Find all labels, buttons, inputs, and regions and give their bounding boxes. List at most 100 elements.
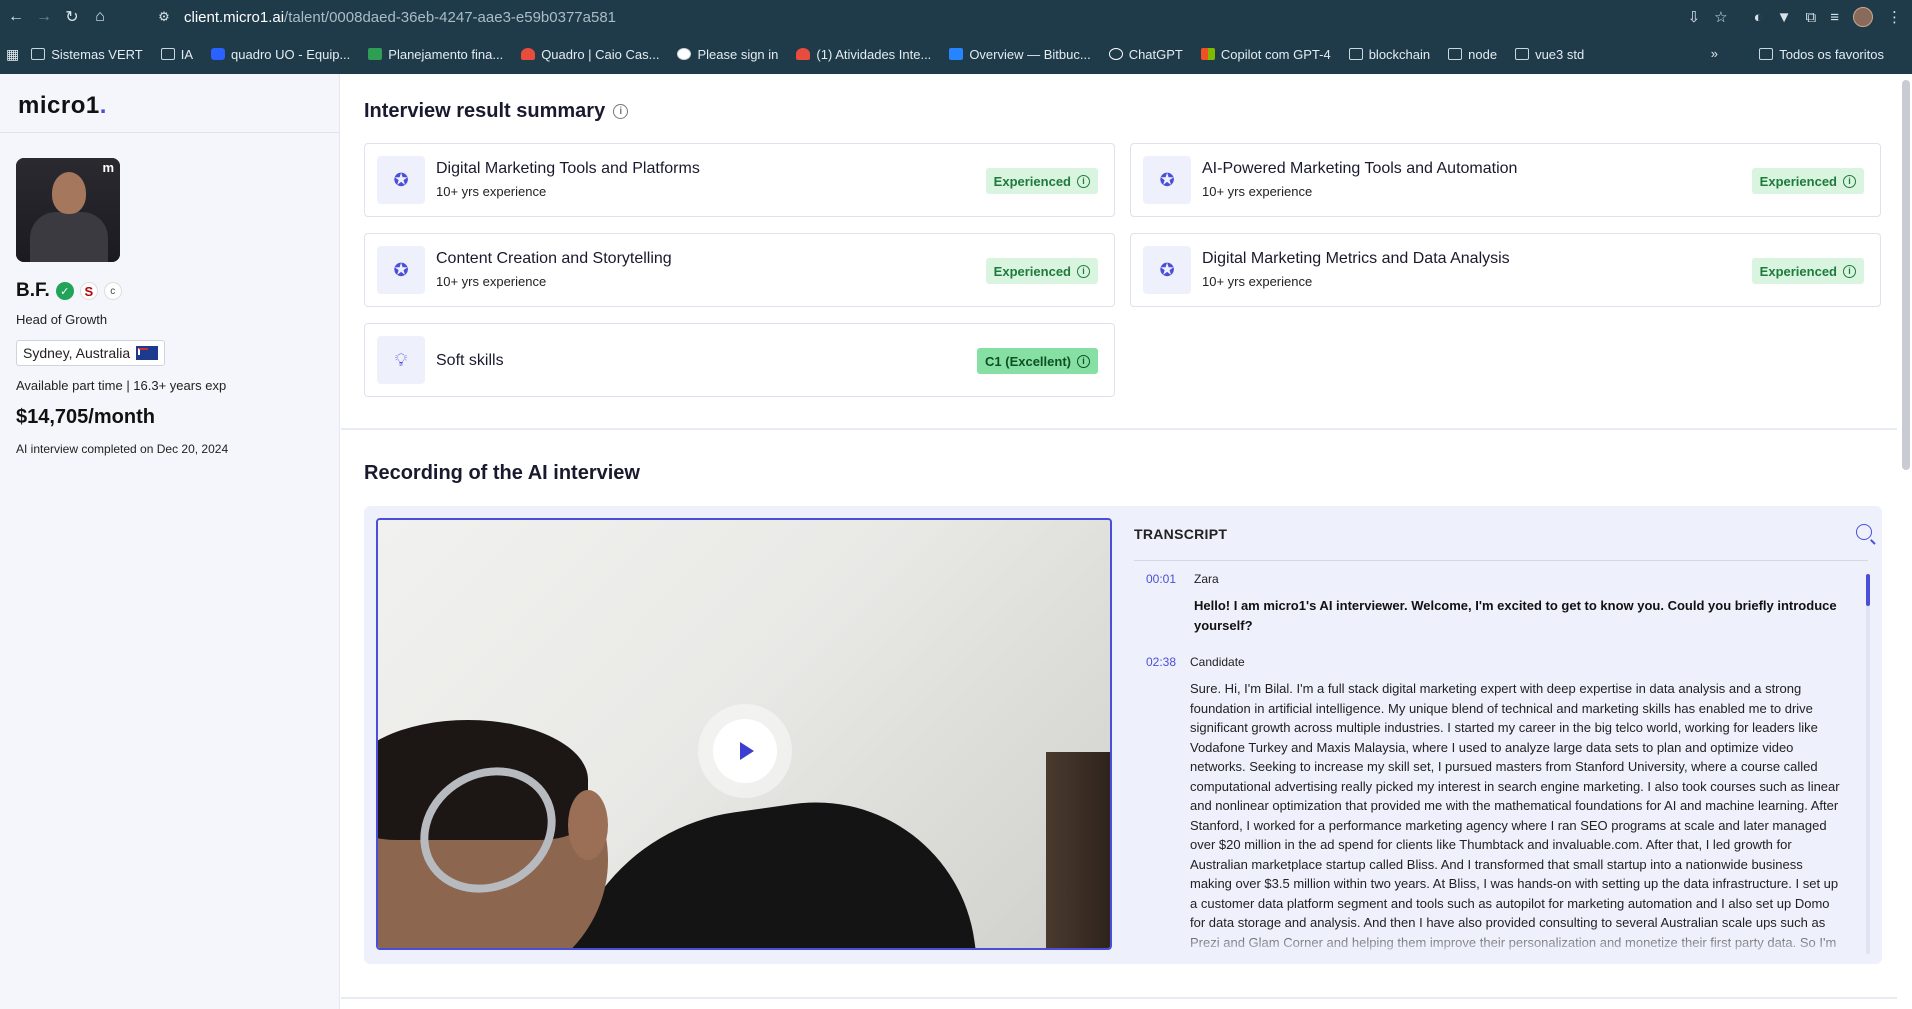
bookmark-label: Copilot com GPT-4 bbox=[1220, 46, 1331, 62]
skill-experience: 10+ yrs experience bbox=[1202, 184, 1313, 199]
play-button[interactable] bbox=[698, 704, 792, 798]
skill-level-badge[interactable]: Experienced i bbox=[985, 168, 1098, 194]
apps-grid-icon[interactable]: ▦ bbox=[6, 46, 19, 63]
search-icon[interactable] bbox=[1856, 524, 1872, 540]
availability: Available part time | 16.3+ years exp bbox=[16, 378, 227, 393]
skill-card: ✪ Digital Marketing Metrics and Data Ana… bbox=[1130, 233, 1881, 307]
bookmark-blockchain[interactable]: blockchain bbox=[1348, 46, 1431, 62]
transcript-text: Sure. Hi, I'm Bilal. I'm a full stack di… bbox=[1190, 681, 1840, 956]
skill-name: Content Creation and Storytelling bbox=[436, 250, 672, 267]
monday-icon bbox=[521, 48, 536, 60]
extension-icon[interactable]: ◐ bbox=[1754, 9, 1763, 26]
soft-skills-level-badge[interactable]: C1 (Excellent) i bbox=[977, 348, 1098, 374]
photo-badge: m bbox=[102, 160, 114, 175]
profile-avatar[interactable] bbox=[1853, 7, 1873, 27]
bookmark-please-sign-in[interactable]: Please sign in bbox=[677, 47, 778, 62]
skill-level-label: C1 (Excellent) bbox=[985, 353, 1071, 369]
transcript-text: Hello! I am micro1's AI interviewer. Wel… bbox=[1194, 598, 1837, 633]
skill-level-badge[interactable]: Experienced i bbox=[985, 258, 1098, 284]
bookmark-label: blockchain bbox=[1368, 46, 1431, 62]
profile-sidebar: micro1. m B.F. ✓ S c Head of Growth Sydn… bbox=[0, 74, 340, 1009]
skill-card: ✪ AI-Powered Marketing Tools and Automat… bbox=[1130, 143, 1881, 217]
sheets-icon bbox=[368, 48, 383, 60]
logo-dot: . bbox=[99, 92, 107, 119]
monthly-rate: $14,705/month bbox=[16, 406, 155, 428]
home-icon[interactable]: ⌂ bbox=[86, 3, 114, 31]
summary-title-row: Interview result summary i bbox=[364, 100, 629, 123]
transcript-speaker: Zara bbox=[1194, 572, 1219, 586]
skill-name: Digital Marketing Tools and Platforms bbox=[436, 160, 700, 177]
bookmark-label: (1) Atividades Inte... bbox=[816, 46, 932, 62]
stanford-badge-icon: S bbox=[79, 282, 98, 300]
transcript-body[interactable]: 00:01 Zara Hello! I am micro1's AI inter… bbox=[1134, 572, 1854, 956]
transcript-scroll-thumb[interactable] bbox=[1866, 574, 1870, 606]
bookmark-node[interactable]: node bbox=[1448, 47, 1497, 62]
url-host: client.micro1.ai bbox=[184, 8, 285, 26]
bookmark-chatgpt[interactable]: ChatGPT bbox=[1108, 46, 1183, 62]
location-label: Sydney, Australia bbox=[23, 345, 131, 361]
site-settings-icon[interactable]: ⚙ bbox=[150, 3, 178, 31]
recording-title: Recording of the AI interview bbox=[364, 462, 640, 484]
play-icon bbox=[740, 742, 754, 760]
reload-icon[interactable]: ↻ bbox=[58, 3, 86, 31]
c-badge-icon: c bbox=[103, 282, 122, 300]
bookmark-quadro-uo[interactable]: quadro UO - Equip... bbox=[211, 47, 350, 62]
interview-completed-date: AI interview completed on Dec 20, 2024 bbox=[16, 442, 229, 456]
bookmark-atividades[interactable]: (1) Atividades Inte... bbox=[796, 47, 931, 62]
main-content: Interview result summary i ✪ Digital Mar… bbox=[341, 74, 1897, 1009]
bookmark-vue3-std[interactable]: vue3 std bbox=[1515, 47, 1584, 62]
folder-icon bbox=[1515, 48, 1530, 60]
section-divider bbox=[341, 428, 1897, 430]
brain-star-icon: ✪ bbox=[377, 156, 425, 204]
skill-level-label: Experienced bbox=[993, 173, 1071, 189]
skill-card: ✪ Content Creation and Storytelling 10+ … bbox=[364, 233, 1115, 307]
bookmark-label: node bbox=[1468, 46, 1498, 62]
skill-level-badge[interactable]: Experienced i bbox=[1751, 258, 1864, 284]
skill-experience: 10+ yrs experience bbox=[1202, 274, 1313, 289]
address-bar[interactable]: client.micro1.ai/talent/0008daed-36eb-42… bbox=[184, 4, 616, 30]
skill-experience: 10+ yrs experience bbox=[436, 184, 547, 199]
extensions-puzzle-icon[interactable]: ⧉ bbox=[1806, 9, 1817, 26]
skill-level-badge[interactable]: Experienced i bbox=[1751, 168, 1864, 194]
brain-star-icon: ✪ bbox=[1143, 156, 1191, 204]
transcript-scrollbar[interactable] bbox=[1866, 574, 1870, 954]
skill-name: Digital Marketing Metrics and Data Analy… bbox=[1202, 250, 1510, 267]
interview-video-player[interactable] bbox=[376, 518, 1112, 950]
bookmark-planejamento[interactable]: Planejamento fina... bbox=[368, 47, 503, 62]
all-bookmarks-label: Todos os favoritos bbox=[1779, 46, 1884, 62]
folder-icon bbox=[31, 48, 46, 60]
bookmark-label: IA bbox=[180, 46, 194, 62]
sidebar-divider bbox=[0, 132, 340, 133]
bookmark-label: Overview — Bitbuc... bbox=[969, 46, 1091, 62]
brain-star-icon: ✪ bbox=[377, 246, 425, 294]
bookmark-bitbucket[interactable]: Overview — Bitbuc... bbox=[949, 46, 1091, 62]
install-icon[interactable]: ⇩ bbox=[1688, 8, 1701, 26]
info-icon: i bbox=[1077, 354, 1090, 368]
info-icon: i bbox=[1843, 174, 1856, 188]
forward-icon[interactable]: → bbox=[30, 3, 58, 31]
bookmark-label: ChatGPT bbox=[1128, 46, 1183, 62]
back-icon[interactable]: ← bbox=[2, 3, 30, 31]
browser-toolbar: ← → ↻ ⌂ ⚙ client.micro1.ai/talent/0008da… bbox=[0, 0, 1912, 34]
bookmark-quadro-caio[interactable]: Quadro | Caio Cas... bbox=[521, 47, 659, 62]
micro1-logo[interactable]: micro1. bbox=[18, 92, 107, 120]
logo-text: micro1 bbox=[18, 92, 100, 119]
bookmark-ia[interactable]: IA bbox=[160, 46, 194, 62]
info-icon[interactable]: i bbox=[613, 104, 629, 119]
bookmark-star-icon[interactable]: ☆ bbox=[1714, 8, 1727, 26]
info-icon: i bbox=[1077, 174, 1090, 188]
page-scrollbar[interactable] bbox=[1902, 80, 1910, 470]
transcript-timestamp[interactable]: 02:38 bbox=[1146, 655, 1176, 669]
transcript-speaker: Candidate bbox=[1190, 655, 1245, 669]
background-door bbox=[1046, 752, 1110, 948]
all-bookmarks-button[interactable]: Todos os favoritos bbox=[1759, 42, 1884, 66]
bookmarks-overflow-button[interactable]: » bbox=[1711, 46, 1718, 61]
vue-extension-icon[interactable]: ▼ bbox=[1777, 9, 1792, 26]
bookmark-copilot[interactable]: Copilot com GPT-4 bbox=[1200, 46, 1331, 62]
globe-icon bbox=[677, 48, 692, 60]
name-row: B.F. ✓ S c bbox=[16, 280, 122, 302]
reading-list-icon[interactable]: ≡ bbox=[1830, 9, 1839, 26]
menu-kebab-icon[interactable]: ⋮ bbox=[1887, 8, 1902, 26]
bookmark-sistemas-vert[interactable]: Sistemas VERT bbox=[31, 47, 143, 62]
transcript-timestamp[interactable]: 00:01 bbox=[1146, 572, 1176, 586]
